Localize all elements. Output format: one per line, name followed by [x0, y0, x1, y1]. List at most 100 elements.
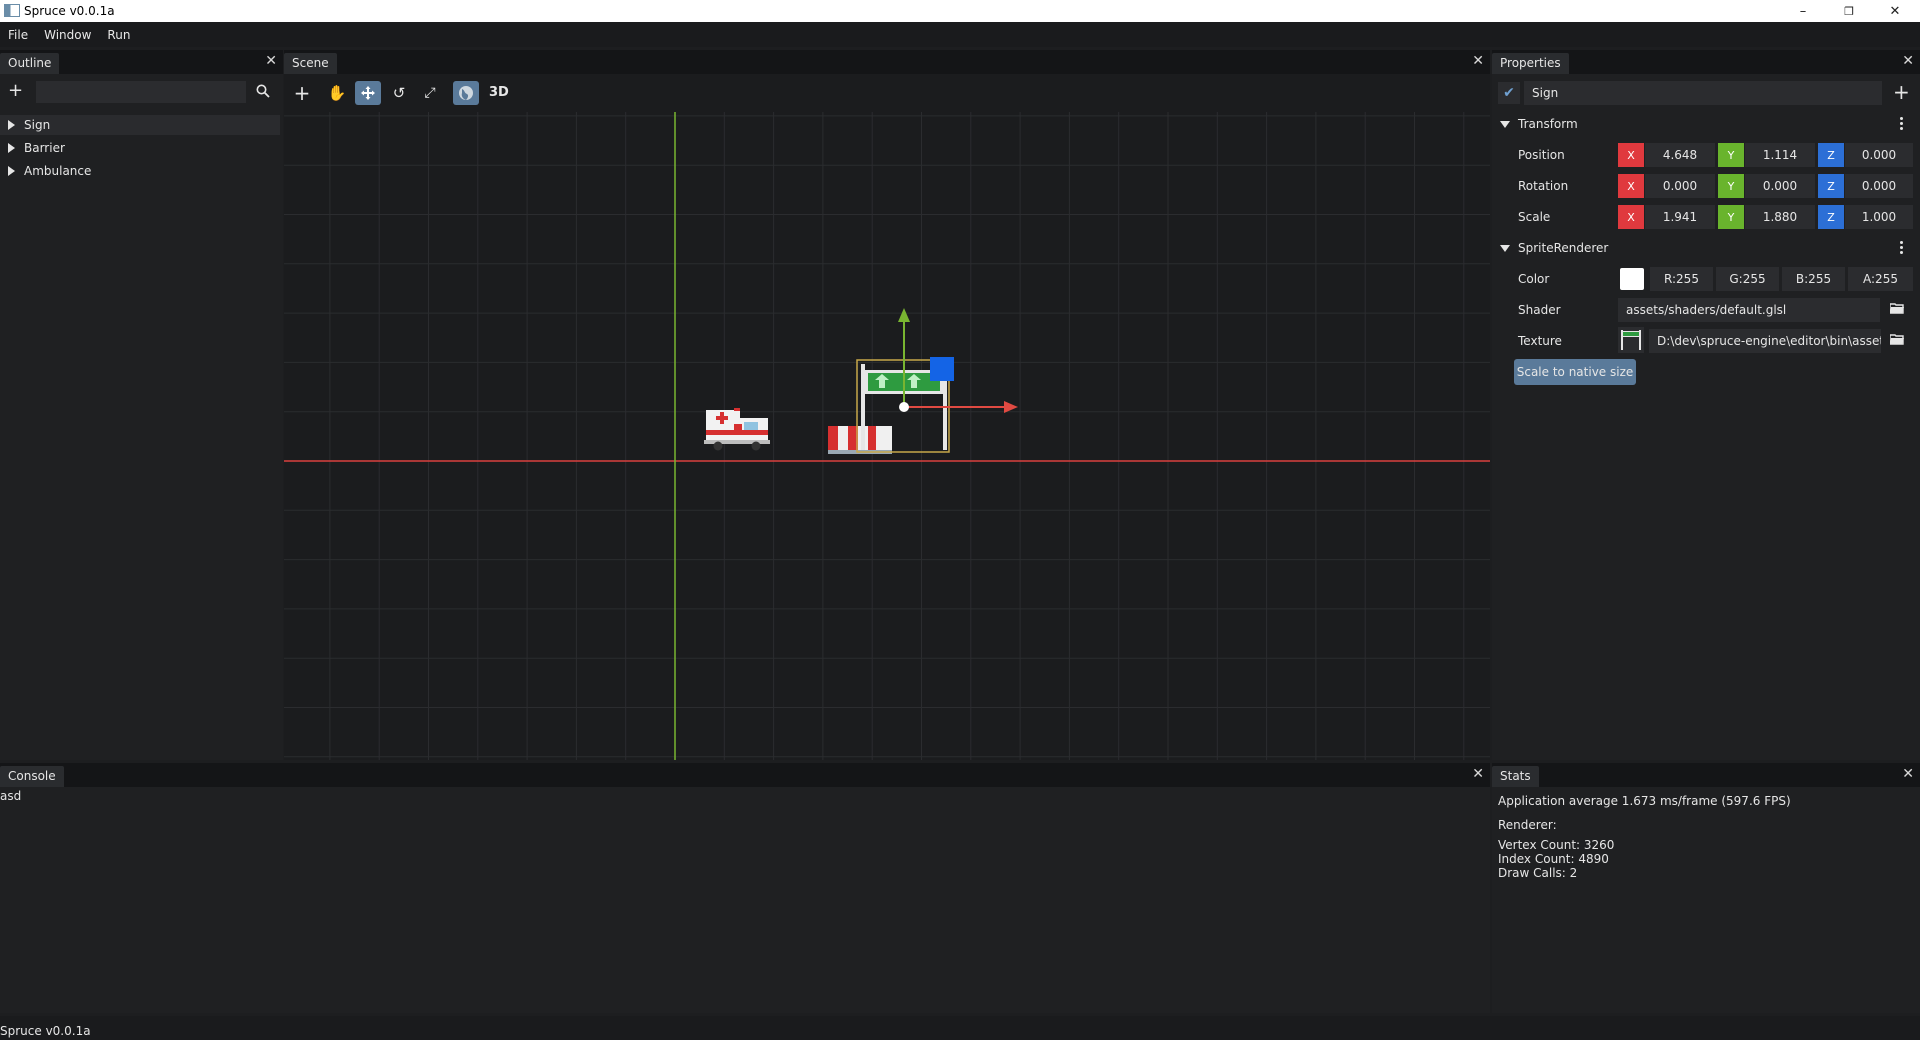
position-y-field[interactable]: 1.114 — [1745, 143, 1815, 167]
app-icon — [4, 4, 20, 17]
position-label: Position — [1518, 148, 1565, 162]
expand-triangle-icon[interactable] — [8, 120, 15, 130]
scale-to-native-size-button[interactable]: Scale to native size — [1514, 359, 1636, 385]
stats-close-icon[interactable]: ✕ — [1902, 767, 1914, 781]
rotate-tool-button[interactable]: ↺ — [386, 81, 412, 105]
minimize-icon: – — [1799, 3, 1807, 19]
gizmo-y-arrow[interactable] — [898, 308, 910, 322]
color-swatch[interactable] — [1620, 268, 1644, 290]
entity-name-field[interactable]: Sign — [1524, 81, 1882, 105]
outline-item-label: Sign — [24, 118, 51, 132]
position-x-field[interactable]: 4.648 — [1645, 143, 1715, 167]
window-title: Spruce v0.0.1a — [24, 4, 115, 18]
scale-y-field[interactable]: 1.880 — [1745, 205, 1815, 229]
expand-triangle-icon[interactable] — [8, 143, 15, 153]
collapse-triangle-icon[interactable] — [1500, 244, 1510, 252]
plus-icon: + — [293, 81, 311, 105]
shader-browse-button[interactable] — [1889, 302, 1904, 317]
scene-close-icon[interactable]: ✕ — [1472, 54, 1484, 68]
axis-y-badge: Y — [1718, 205, 1744, 229]
sprite-renderer-menu-icon[interactable] — [1900, 241, 1904, 256]
menu-bar: File Window Run — [0, 22, 1920, 47]
status-text: Spruce v0.0.1a — [0, 1024, 91, 1038]
entity-enabled-checkbox[interactable]: ✔ — [1498, 82, 1520, 104]
texture-preview-icon — [1621, 330, 1641, 350]
gizmo-center[interactable] — [899, 402, 909, 412]
shader-label: Shader — [1518, 303, 1561, 317]
color-r-field[interactable]: R:255 — [1650, 267, 1713, 291]
color-b-field[interactable]: B:255 — [1782, 267, 1845, 291]
collapse-triangle-icon[interactable] — [1500, 120, 1510, 128]
stats-renderer-heading: Renderer: — [1498, 818, 1557, 832]
sprite-renderer-header[interactable]: SpriteRenderer — [1500, 237, 1608, 259]
ambulance-sprite[interactable] — [704, 408, 770, 451]
barrier-sprite[interactable] — [828, 426, 892, 454]
outline-close-icon[interactable]: ✕ — [265, 54, 277, 68]
checkmark-icon: ✔ — [1503, 85, 1515, 101]
world-space-toggle[interactable] — [453, 81, 479, 105]
transform-header[interactable]: Transform — [1500, 113, 1578, 135]
console-close-icon[interactable]: ✕ — [1472, 767, 1484, 781]
scale-label: Scale — [1518, 210, 1551, 224]
stats-tabstrip: Stats ✕ — [1492, 763, 1920, 787]
tab-outline[interactable]: Outline — [0, 53, 60, 74]
rotation-z-field[interactable]: 0.000 — [1845, 174, 1913, 198]
hand-icon: ✋ — [327, 84, 347, 102]
axis-z-badge: Z — [1818, 205, 1844, 229]
stats-frame-time: Application average 1.673 ms/frame (597.… — [1498, 794, 1791, 808]
tab-console[interactable]: Console — [0, 766, 64, 787]
3d-mode-toggle[interactable]: 3D — [489, 85, 509, 100]
outline-item-sign[interactable]: Sign — [0, 115, 280, 135]
pan-tool-button[interactable]: ✋ — [324, 81, 350, 105]
stats-index-count: Index Count: 4890 — [1498, 852, 1609, 866]
shader-path-field[interactable]: assets/shaders/default.glsl — [1618, 298, 1880, 322]
move-tool-button[interactable] — [355, 81, 381, 105]
menu-window[interactable]: Window — [36, 28, 99, 42]
add-entity-icon[interactable]: + — [8, 82, 23, 100]
transform-header-label: Transform — [1518, 117, 1578, 131]
outline-item-barrier[interactable]: Barrier — [0, 138, 280, 158]
color-a-field[interactable]: A:255 — [1848, 267, 1913, 291]
restore-button[interactable]: ❐ — [1826, 0, 1872, 22]
move-icon — [361, 86, 375, 100]
expand-triangle-icon[interactable] — [8, 166, 15, 176]
search-icon[interactable] — [256, 84, 270, 98]
axis-y-badge: Y — [1718, 143, 1744, 167]
color-label: Color — [1518, 272, 1550, 286]
rotation-y-field[interactable]: 0.000 — [1745, 174, 1815, 198]
axis-x-badge: X — [1618, 205, 1644, 229]
sprite-renderer-header-label: SpriteRenderer — [1518, 241, 1609, 255]
transform-menu-icon[interactable] — [1900, 117, 1904, 132]
outline-item-ambulance[interactable]: Ambulance — [0, 161, 280, 181]
axis-y-badge: Y — [1718, 174, 1744, 198]
outline-search-input[interactable] — [36, 81, 246, 103]
texture-browse-button[interactable] — [1889, 333, 1904, 348]
tab-properties[interactable]: Properties — [1492, 53, 1569, 74]
scale-tool-button[interactable]: ⤢ — [417, 81, 443, 105]
rotation-x-field[interactable]: 0.000 — [1645, 174, 1715, 198]
texture-thumbnail[interactable] — [1618, 327, 1644, 353]
tab-scene[interactable]: Scene — [284, 53, 337, 74]
close-window-button[interactable]: ✕ — [1872, 0, 1918, 22]
position-z-field[interactable]: 0.000 — [1845, 143, 1913, 167]
texture-path-field[interactable]: D:\dev\spruce-engine\editor\bin\assets — [1649, 329, 1881, 353]
stats-vertex-count: Vertex Count: 3260 — [1498, 838, 1615, 852]
axis-z-badge: Z — [1818, 143, 1844, 167]
color-g-field[interactable]: G:255 — [1716, 267, 1779, 291]
tab-stats[interactable]: Stats — [1492, 766, 1539, 787]
scale-x-field[interactable]: 1.941 — [1645, 205, 1715, 229]
add-component-icon[interactable]: + — [1893, 82, 1910, 102]
console-line: asd — [0, 789, 22, 803]
gizmo-z-handle[interactable] — [930, 357, 954, 381]
menu-run[interactable]: Run — [99, 28, 138, 42]
restore-icon: ❐ — [1844, 4, 1854, 18]
scale-z-field[interactable]: 1.000 — [1845, 205, 1913, 229]
outline-item-label: Ambulance — [24, 164, 92, 178]
add-object-button[interactable]: + — [289, 81, 315, 105]
texture-label: Texture — [1518, 334, 1562, 348]
menu-file[interactable]: File — [0, 28, 36, 42]
minimize-button[interactable]: – — [1780, 0, 1826, 22]
rotate-icon: ↺ — [392, 84, 406, 102]
scene-viewport[interactable] — [284, 112, 1490, 760]
properties-close-icon[interactable]: ✕ — [1902, 54, 1914, 68]
